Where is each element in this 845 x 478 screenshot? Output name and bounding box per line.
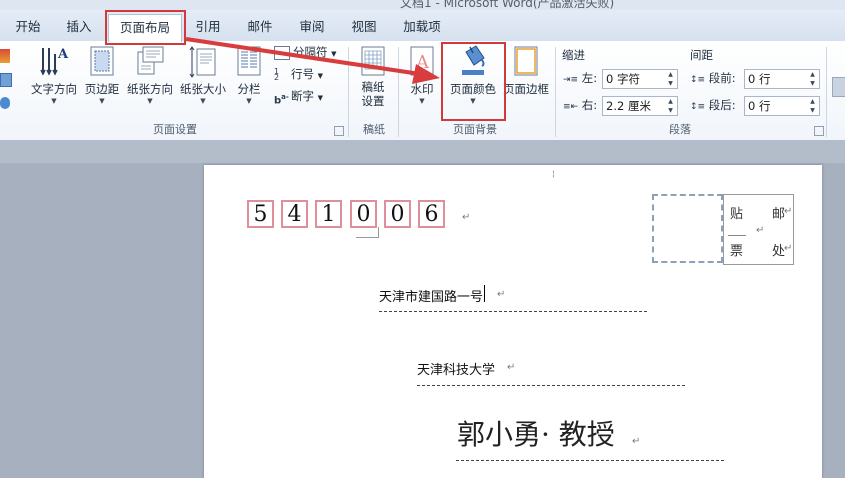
paragraph-mark-icon: ↵ <box>462 212 471 223</box>
stamp-char: 贴 <box>730 207 744 222</box>
stamp-label-box[interactable]: 贴 邮 票 处 ↵ ↵ ↵ <box>723 194 794 265</box>
recipient-underline <box>456 460 724 461</box>
zip-digit-box[interactable]: 0 <box>384 200 411 228</box>
zip-digit-box[interactable]: 5 <box>247 200 274 228</box>
paragraph-mark-icon: ↵ <box>756 225 765 236</box>
address-line-1[interactable]: 天津市建国路一号 <box>379 286 483 305</box>
ruler-strip <box>0 141 845 163</box>
text-cursor <box>484 285 485 302</box>
paragraph-mark-icon: ↵ <box>632 436 641 447</box>
page-corner-marker: ¦ <box>552 169 555 178</box>
document-page[interactable]: ¦ 5 4 1 0 0 6 ↵ 贴 邮 票 处 ↵ ↵ ↵ 天津市建国路一号 ↵… <box>204 165 822 478</box>
paragraph-mark-icon: ↵ <box>497 289 506 300</box>
stamp-placeholder-frame[interactable] <box>652 194 723 263</box>
recipient-name[interactable]: 郭小勇· 教授 <box>457 413 615 453</box>
paragraph-mark-icon: ↵ <box>784 206 793 217</box>
stamp-divider <box>728 235 746 236</box>
text-frame-corner <box>356 227 379 238</box>
paragraph-mark-icon: ↵ <box>784 243 793 254</box>
address-line-2[interactable]: 天津科技大学 <box>417 359 495 378</box>
zip-digit-box[interactable]: 1 <box>315 200 342 228</box>
address-line-2-underline <box>417 385 685 386</box>
annotation-arrow <box>185 37 440 84</box>
paragraph-mark-icon: ↵ <box>507 362 516 373</box>
zip-digit-box[interactable]: 0 <box>350 200 377 228</box>
stamp-char: 票 <box>730 244 744 259</box>
zip-digit-box[interactable]: 4 <box>281 200 308 228</box>
zip-digit-box[interactable]: 6 <box>418 200 445 228</box>
address-line-1-underline <box>379 311 647 312</box>
document-workspace[interactable]: ¦ 5 4 1 0 0 6 ↵ 贴 邮 票 处 ↵ ↵ ↵ 天津市建国路一号 ↵… <box>0 141 845 478</box>
